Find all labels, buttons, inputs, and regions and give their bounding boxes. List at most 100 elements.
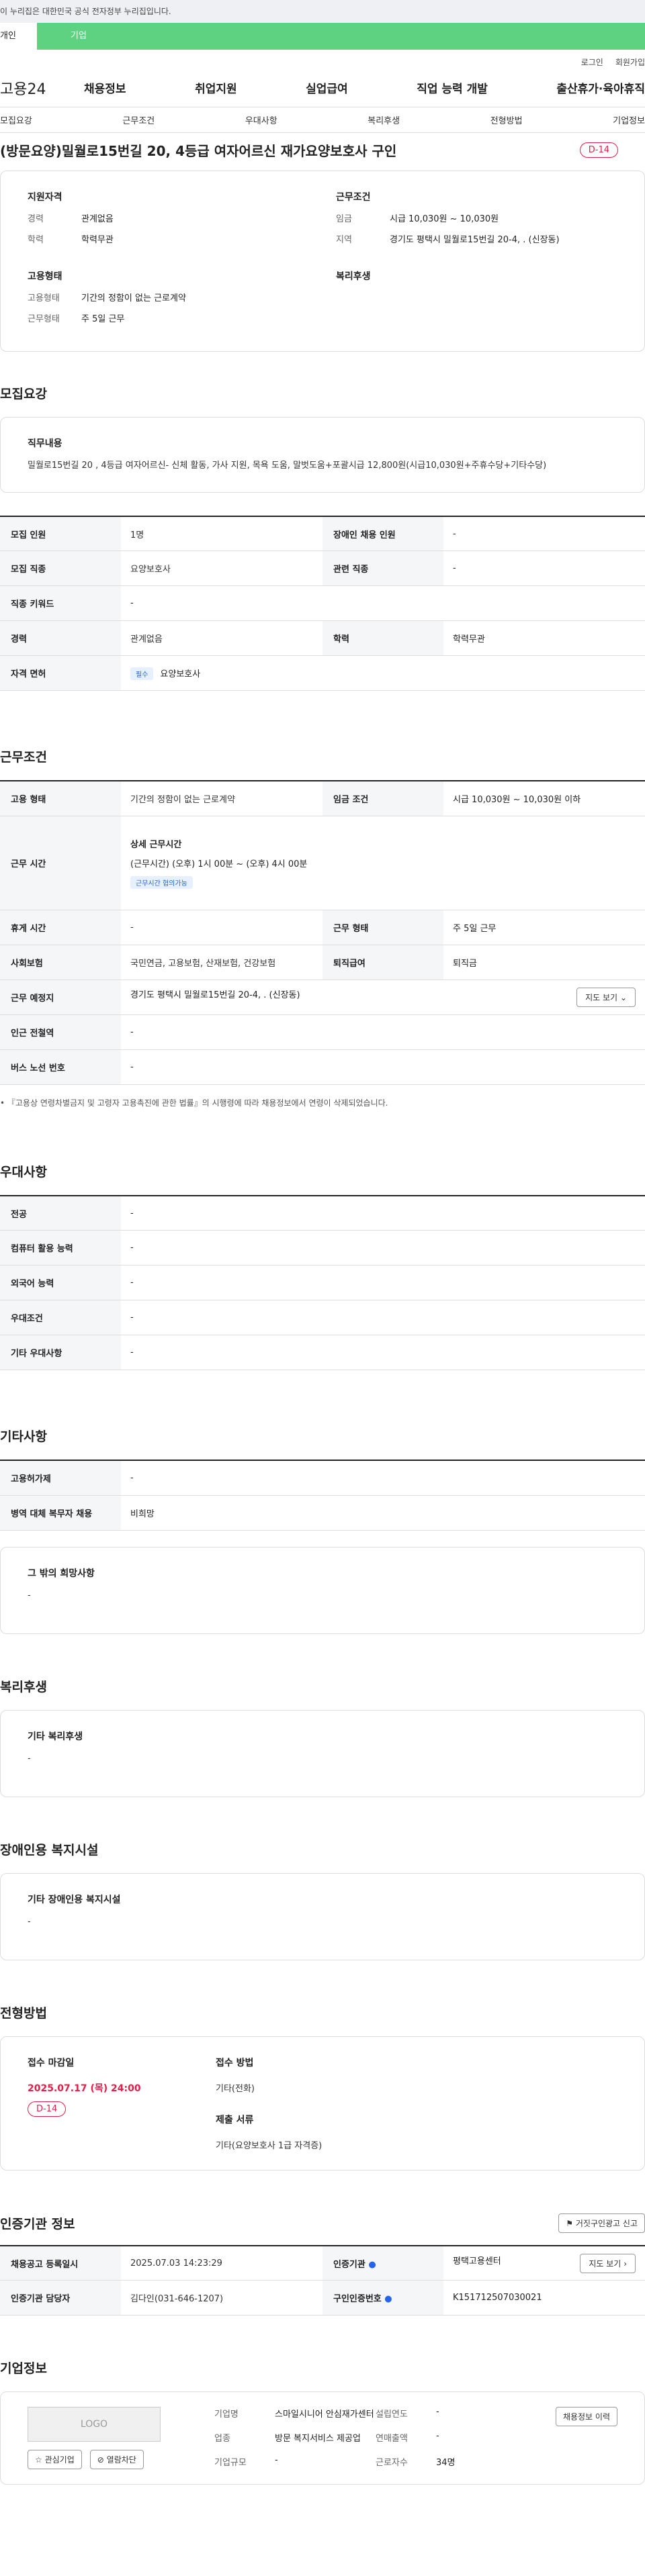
- join-link[interactable]: 회원가입: [615, 56, 645, 68]
- table-cell: -: [121, 910, 322, 945]
- welfare-title: 기타 복리후생: [28, 1731, 83, 1742]
- table-row: 경력 관계없음 학력 학력무관: [0, 620, 645, 657]
- table-row: 기타 우대사항 -: [0, 1335, 645, 1371]
- table-row: 사회보험 국민연금, 고용보험, 산재보험, 건강보험 퇴직급여 퇴직금: [0, 945, 645, 980]
- hope-value: -: [28, 1590, 31, 1601]
- negotiable-chip: 근무시간 협의가능: [130, 875, 193, 889]
- table-cell: -: [121, 1195, 645, 1231]
- table-header-cell: 인증기관 담당자: [0, 2280, 121, 2316]
- summary-key: 근무형태: [28, 314, 60, 324]
- chevron-right-icon: ›: [624, 2258, 627, 2269]
- summary-qualification: 지원자격 경력 관계없음 학력 학력무관: [28, 190, 309, 253]
- util-links: 로그인 회원가입: [0, 50, 645, 68]
- login-link[interactable]: 로그인: [581, 56, 603, 68]
- table-cell: -: [121, 1265, 645, 1301]
- menu-job-training[interactable]: 직업 능력 개발: [417, 79, 488, 96]
- table-header-cell: 직종 키워드: [0, 585, 121, 622]
- report-button[interactable]: ⚑ 거짓구인광고 신고: [558, 2213, 645, 2233]
- subnav-recruit[interactable]: 모집요강: [0, 113, 32, 126]
- table-header-cell: 경력: [0, 620, 121, 657]
- company-logo: LOGO: [28, 2407, 161, 2442]
- work-place-value: 경기도 평택시 밀월로15번길 20-4, . (신장동): [130, 990, 300, 1000]
- recruit-table: 모집 인원 1명 장애인 채용 인원 - 모집 직종 요양보호사 관련 직종 -…: [0, 515, 645, 691]
- menu-parental-leave[interactable]: 출산휴가·육아휴직: [556, 79, 645, 96]
- job-title: (방문요양)밀월로15번길 20, 4등급 여자어르신 재가요양보호사 구인: [0, 142, 397, 159]
- flag-icon: ⚑: [566, 2218, 574, 2228]
- table-cell: -: [121, 1049, 645, 1085]
- menu-jobs[interactable]: 채용정보: [84, 79, 126, 96]
- table-cell: 학력무관: [443, 620, 645, 657]
- table-header-cell: 전공: [0, 1195, 121, 1231]
- table-row: 모집 직종 요양보호사 관련 직종 -: [0, 551, 645, 587]
- summary-employment: 고용형태 고용형태 기간의 정함이 없는 근로계약 근무형태 주 5일 근무: [28, 269, 309, 332]
- table-header-cell: 고용허가제: [0, 1460, 121, 1496]
- info-key: 근로자수: [376, 2457, 408, 2468]
- help-icon[interactable]: ●: [384, 2294, 392, 2304]
- subnav-welfare[interactable]: 복리후생: [368, 113, 400, 126]
- summary-welfare-title: 복리후생: [336, 271, 371, 282]
- summary-key: 지역: [336, 235, 352, 245]
- table-row: 직종 키워드 -: [0, 585, 645, 622]
- work-time-value: (근무시간) (오후) 1시 00분 ~ (오후) 4시 00분: [130, 859, 308, 869]
- summary-row: 근무형태 주 5일 근무: [28, 312, 309, 324]
- dday-badge: D-14: [579, 142, 618, 158]
- work-place-cell: 경기도 평택시 밀월로15번길 20-4, . (신장동) 지도 보기 ⌄: [121, 980, 645, 1015]
- table-header-cell: 외국어 능력: [0, 1265, 121, 1301]
- dday-badge: D-14: [28, 2101, 67, 2117]
- subnav-preference[interactable]: 우대사항: [245, 113, 277, 126]
- table-header-cell: 우대조건: [0, 1300, 121, 1336]
- gov-notice-text: 이 누리집은 대한민국 공식 전자정부 누리집입니다.: [0, 7, 171, 16]
- subnav-company[interactable]: 기업정보: [613, 113, 645, 126]
- info-value: -: [275, 2454, 278, 2465]
- table-header-cell: 근무 시간: [0, 816, 121, 910]
- table-header-cell: 채용공고 등록일시: [0, 2245, 121, 2281]
- help-icon[interactable]: ●: [368, 2260, 376, 2270]
- info-key: 연매출액: [376, 2433, 408, 2444]
- table-header-cell: 고용 형태: [0, 781, 121, 816]
- cert-map-button[interactable]: 지도 보기 ›: [580, 2253, 636, 2273]
- subnav-conditions[interactable]: 근무조건: [122, 113, 155, 126]
- summary-row: 지역 경기도 평택시 밀월로15번길 20-4, . (신장동): [336, 232, 617, 245]
- subnav-selection[interactable]: 전형방법: [490, 113, 523, 126]
- table-row: 병역 대체 복무자 채용 비희망: [0, 1495, 645, 1531]
- menu-unemployment-benefit[interactable]: 실업급여: [306, 79, 348, 96]
- section-title-conditions: 근무조건: [0, 750, 47, 765]
- section-title-company: 기업정보: [0, 2361, 47, 2377]
- favorite-company-button[interactable]: ☆ 관심기업: [28, 2450, 82, 2470]
- tab-company[interactable]: 기업: [37, 23, 198, 50]
- company-actions: ☆ 관심기업 ⊘ 열람차단: [28, 2450, 161, 2470]
- etc-table: 고용허가제 - 병역 대체 복무자 채용 비희망: [0, 1460, 645, 1531]
- site-logo[interactable]: 고용24: [0, 77, 84, 99]
- deadline-value: 2025.07.17 (목) 24:00: [28, 2083, 141, 2094]
- block-company-button[interactable]: ⊘ 열람차단: [89, 2450, 144, 2470]
- section-title-welfare: 복리후생: [0, 1679, 47, 1695]
- section-title-cert: 인증기관 정보: [0, 2216, 75, 2232]
- job-history-button[interactable]: 채용정보 이력: [555, 2407, 617, 2427]
- table-header-cell: 자격 면허: [0, 655, 121, 691]
- table-header-cell: 사회보험: [0, 945, 121, 980]
- company-industry: 방문 복지서비스 제공업: [275, 2433, 361, 2444]
- table-row: 자격 면허 필수 요양보호사: [0, 655, 645, 691]
- job-summary-card: 지원자격 경력 관계없음 학력 학력무관 근무조건 임금 시급 10,030원 ~ 1…: [0, 171, 645, 352]
- table-header-cell: 관련 직종: [322, 551, 443, 587]
- table-row: 우대조건 -: [0, 1300, 645, 1336]
- report-button-label: 거짓구인광고 신고: [575, 2218, 638, 2228]
- table-header-cell: 근무 예정지: [0, 980, 121, 1015]
- section-title-disabled: 장애인용 복지시설: [0, 1842, 99, 1858]
- table-header-cell: 병역 대체 복무자 채용: [0, 1495, 121, 1531]
- section-nav: 모집요강 근무조건 우대사항 복리후생 전형방법 기업정보: [0, 107, 645, 133]
- selection-card: 접수 마감일 2025.07.17 (목) 24:00 D-14 접수 방법 기…: [0, 2036, 645, 2170]
- map-button[interactable]: 지도 보기 ⌄: [576, 987, 636, 1007]
- table-row: 인근 전철역 -: [0, 1014, 645, 1050]
- cert-org-label: 인증기관: [333, 2259, 366, 2270]
- info-key: 업종: [214, 2433, 230, 2444]
- table-header-cell: 학력: [322, 620, 443, 657]
- table-row: 컴퓨터 활용 능력 -: [0, 1230, 645, 1266]
- work-time-title: 상세 근무시간: [130, 839, 182, 850]
- tab-individual[interactable]: 개인: [0, 23, 37, 50]
- table-row: 버스 노선 번호 -: [0, 1049, 645, 1085]
- deadline-label: 접수 마감일: [28, 2057, 75, 2068]
- table-row: 근무 시간 상세 근무시간 (근무시간) (오후) 1시 00분 ~ (오후) …: [0, 816, 645, 910]
- summary-key: 임금: [336, 214, 352, 224]
- menu-employment-support[interactable]: 취업지원: [195, 79, 237, 96]
